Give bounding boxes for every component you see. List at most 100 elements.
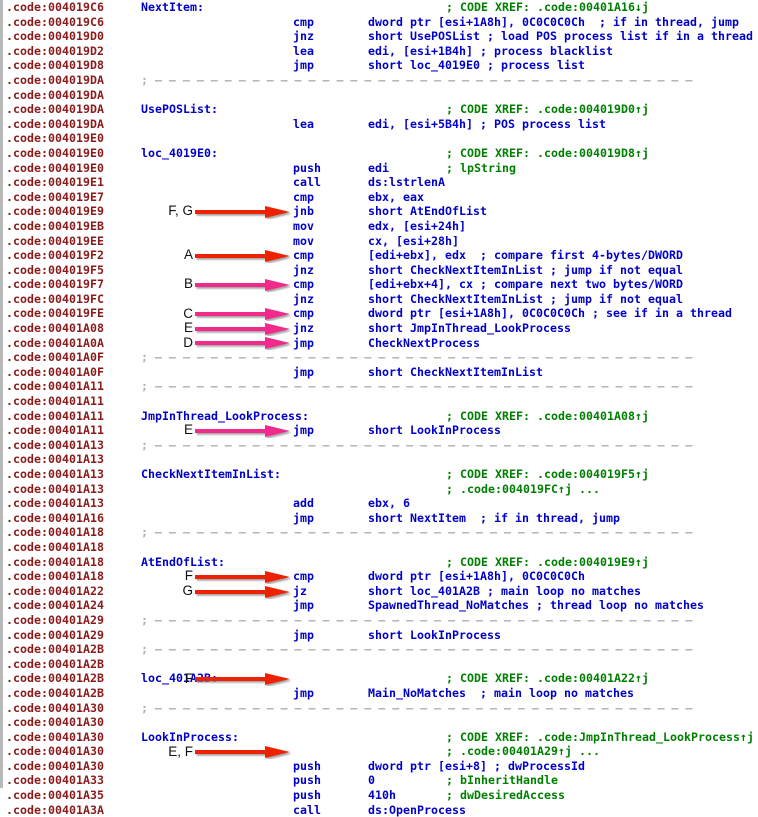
instruction-mnemonic[interactable]: jnz <box>293 263 314 278</box>
instruction-operands[interactable]: cx, [esi+28h] <box>368 233 460 249</box>
disasm-line[interactable]: .code:00401A3A call ds:OpenProcess <box>3 802 758 817</box>
disasm-line[interactable]: .code:00401A0F jmp short CheckNextItemInLi… <box>3 365 758 380</box>
instruction-mnemonic[interactable]: jnb <box>293 204 314 219</box>
code-label[interactable]: loc_4019E0: <box>141 146 218 161</box>
instruction-operands[interactable]: short NextItem ; if in thread, jump <box>368 510 621 526</box>
disasm-line[interactable]: .code:00401A08 jnz short JmpInThread_LookP… <box>3 321 758 336</box>
instruction-operands[interactable]: [edi+ebx+4], cx ; compare next two bytes… <box>368 277 684 292</box>
instruction-mnemonic[interactable]: push <box>293 773 321 788</box>
disasm-line[interactable]: .code:004019E9 jnb short AtEndOfList <box>3 204 758 219</box>
instruction-mnemonic[interactable]: cmp <box>293 569 314 584</box>
disasm-line[interactable]: .code:004019D0 jnz short UsePOSList ; load… <box>3 29 758 44</box>
code-label[interactable]: NextItem: <box>141 0 204 15</box>
instruction-mnemonic[interactable]: cmp <box>293 306 314 321</box>
disasm-line[interactable]: .code:004019E7 cmp ebx, eax <box>3 190 758 205</box>
disasm-line[interactable]: .code:00401A30 LookInProcess: ; CODE XREF:… <box>3 730 758 745</box>
disasm-line[interactable]: .code:00401A33 push 0 ; bInheritHandle <box>3 773 758 788</box>
instruction-operands[interactable]: edi <box>368 161 389 176</box>
instruction-operands[interactable]: 410h <box>368 788 397 803</box>
code-label[interactable]: UsePOSList: <box>141 102 218 117</box>
disasm-line[interactable]: .code:00401A13 CheckNextItemInList: ; CODE… <box>3 467 758 482</box>
instruction-mnemonic[interactable]: jnz <box>293 29 314 44</box>
disasm-line[interactable]: .code:00401A2B ; – – – – – – – – – – – – … <box>3 642 758 657</box>
instruction-operands[interactable]: dword ptr [esi+1A8h], 0C0C0C0Ch ; see if… <box>368 306 733 321</box>
disasm-line[interactable]: .code:00401A18 AtEndOfList: ; CODE XREF: .… <box>3 555 758 570</box>
instruction-operands[interactable]: dword ptr [esi+1A8h], 0C0C0C0Ch <box>368 569 586 584</box>
instruction-mnemonic[interactable]: push <box>293 161 321 176</box>
disasm-line[interactable]: .code:004019DA <box>3 88 758 103</box>
disasm-line[interactable]: .code:00401A30 ; – – – – – – – – – – – – … <box>3 701 758 716</box>
code-label[interactable]: JmpInThread_LookProcess: <box>141 409 309 424</box>
instruction-mnemonic[interactable]: push <box>293 788 321 803</box>
instruction-mnemonic[interactable]: jz <box>293 584 307 599</box>
instruction-mnemonic[interactable]: jmp <box>293 365 314 380</box>
disasm-line[interactable]: .code:00401A13 add ebx, 6 <box>3 496 758 511</box>
disasm-line[interactable]: .code:00401A13 ; .code:004019FC↑j ... <box>3 482 758 497</box>
disasm-line[interactable]: .code:00401A0A jmp CheckNextProcess <box>3 336 758 351</box>
instruction-mnemonic[interactable]: call <box>293 803 321 817</box>
instruction-mnemonic[interactable]: jmp <box>293 686 314 701</box>
code-label[interactable]: AtEndOfList: <box>141 555 225 570</box>
disasm-line[interactable]: .code:004019DA ; – – – – – – – – – – – – … <box>3 73 758 88</box>
disasm-line[interactable]: .code:00401A22 jz short loc_401A2B ; main … <box>3 583 758 599</box>
instruction-operands[interactable]: [edi+ebx], edx ; compare first 4-bytes/D… <box>368 248 684 263</box>
instruction-operands[interactable]: short loc_4019E0 ; process list <box>368 58 586 73</box>
disasm-line[interactable]: .code:00401A2B <box>3 657 758 672</box>
instruction-operands[interactable]: short LookInProcess <box>368 423 501 438</box>
disassembly-listing[interactable]: .code:004019C6 NextItem: ; CODE XREF: .cod… <box>0 0 758 817</box>
disasm-line[interactable]: .code:00401A2B jmp Main_NoMatches ; main l… <box>3 685 758 701</box>
disasm-line[interactable]: .code:004019E0 loc_4019E0: ; CODE XREF: .c… <box>3 146 758 161</box>
disasm-line[interactable]: .code:00401A18 ; – – – – – – – – – – – – … <box>3 525 758 540</box>
instruction-operands[interactable]: ds:OpenProcess <box>368 802 467 817</box>
disasm-line[interactable]: .code:004019F2 cmp [edi+ebx], edx ; compar… <box>3 248 758 263</box>
instruction-operands[interactable]: short JmpInThread_LookProcess <box>368 321 571 336</box>
code-label[interactable]: CheckNextItemInList: <box>141 467 281 482</box>
instruction-operands[interactable]: short AtEndOfList <box>368 204 487 219</box>
disasm-line[interactable]: .code:00401A2B loc_401A2B:; CODE XREF: .c… <box>3 671 758 686</box>
disasm-line[interactable]: .code:004019DA lea edi, [esi+5B4h] ; POS p… <box>3 116 758 132</box>
disasm-line[interactable]: .code:00401A30 ; .code:00401A29↑j ... <box>3 744 758 759</box>
disasm-line[interactable]: .code:00401A35 push 410h ; dwDesiredAccess <box>3 788 758 803</box>
disasm-line[interactable]: .code:00401A0F ; – – – – – – – – – – – – … <box>3 350 758 365</box>
instruction-operands[interactable]: short loc_401A2B ; main loop no matches <box>368 583 642 599</box>
instruction-operands[interactable]: short CheckNextItemInList ; jump if not … <box>368 262 684 278</box>
instruction-mnemonic[interactable]: jmp <box>293 598 314 613</box>
disasm-line[interactable]: .code:004019E0 push edi ; lpString <box>3 161 758 176</box>
disasm-line[interactable]: .code:004019D2 lea edi, [esi+1B4h] ; proce… <box>3 43 758 59</box>
disasm-line[interactable]: .code:004019F5 jnz short CheckNextItemInLi… <box>3 262 758 278</box>
instruction-operands[interactable]: edx, [esi+24h] <box>368 218 467 234</box>
disasm-line[interactable]: .code:004019FE cmp dword ptr [esi+1A8h], 0… <box>3 306 758 321</box>
instruction-mnemonic[interactable]: cmp <box>293 248 314 263</box>
instruction-operands[interactable]: dword ptr [esi+1A8h], 0C0C0C0Ch ; if in … <box>368 14 740 30</box>
instruction-operands[interactable]: short LookInProcess <box>368 628 501 643</box>
instruction-mnemonic[interactable]: cmp <box>293 190 314 205</box>
instruction-mnemonic[interactable]: jmp <box>293 336 314 351</box>
disasm-line[interactable]: .code:00401A13 ; – – – – – – – – – – – – … <box>3 438 758 453</box>
disasm-line[interactable]: .code:004019C6 NextItem: ; CODE XREF: .cod… <box>3 0 758 15</box>
instruction-mnemonic[interactable]: mov <box>293 219 314 234</box>
instruction-operands[interactable]: SpawnedThread_NoMatches ; thread loop no… <box>368 598 705 613</box>
disasm-line[interactable]: .code:004019F7 cmp [edi+ebx+4], cx ; compa… <box>3 277 758 292</box>
instruction-mnemonic[interactable]: lea <box>293 117 314 132</box>
instruction-mnemonic[interactable]: jnz <box>293 321 314 336</box>
disasm-line[interactable]: .code:00401A30 push dword ptr [esi+8] ; dw… <box>3 758 758 774</box>
disasm-line[interactable]: .code:00401A18 cmp dword ptr [esi+1A8h], 0… <box>3 569 758 584</box>
instruction-operands[interactable]: dword ptr [esi+8] ; dwProcessId <box>368 758 586 774</box>
disasm-line[interactable]: .code:00401A29 jmp short LookInProcess <box>3 628 758 643</box>
disasm-line[interactable]: .code:004019FC jnz short CheckNextItemInLi… <box>3 291 758 307</box>
disasm-line[interactable]: .code:00401A18 <box>3 540 758 555</box>
instruction-operands[interactable]: short CheckNextItemInList ; jump if not … <box>368 291 684 307</box>
disasm-line[interactable]: .code:00401A24 jmp SpawnedThread_NoMatches… <box>3 598 758 613</box>
instruction-operands[interactable]: ebx, eax <box>368 190 424 205</box>
code-label[interactable]: LookInProcess: <box>141 730 239 745</box>
instruction-mnemonic[interactable]: jmp <box>293 511 314 526</box>
instruction-mnemonic[interactable]: add <box>293 496 314 511</box>
instruction-mnemonic[interactable]: jnz <box>293 292 314 307</box>
instruction-mnemonic[interactable]: jmp <box>293 628 314 643</box>
disasm-line[interactable]: .code:004019C6 cmp dword ptr [esi+1A8h], 0… <box>3 14 758 30</box>
disasm-line[interactable]: .code:004019E0 <box>3 131 758 146</box>
instruction-mnemonic[interactable]: mov <box>293 234 314 249</box>
instruction-operands[interactable]: Main_NoMatches ; main loop no matches <box>368 685 635 701</box>
instruction-mnemonic[interactable]: lea <box>293 44 314 59</box>
disasm-line[interactable]: .code:00401A11 JmpInThread_LookProcess: ; … <box>3 409 758 424</box>
